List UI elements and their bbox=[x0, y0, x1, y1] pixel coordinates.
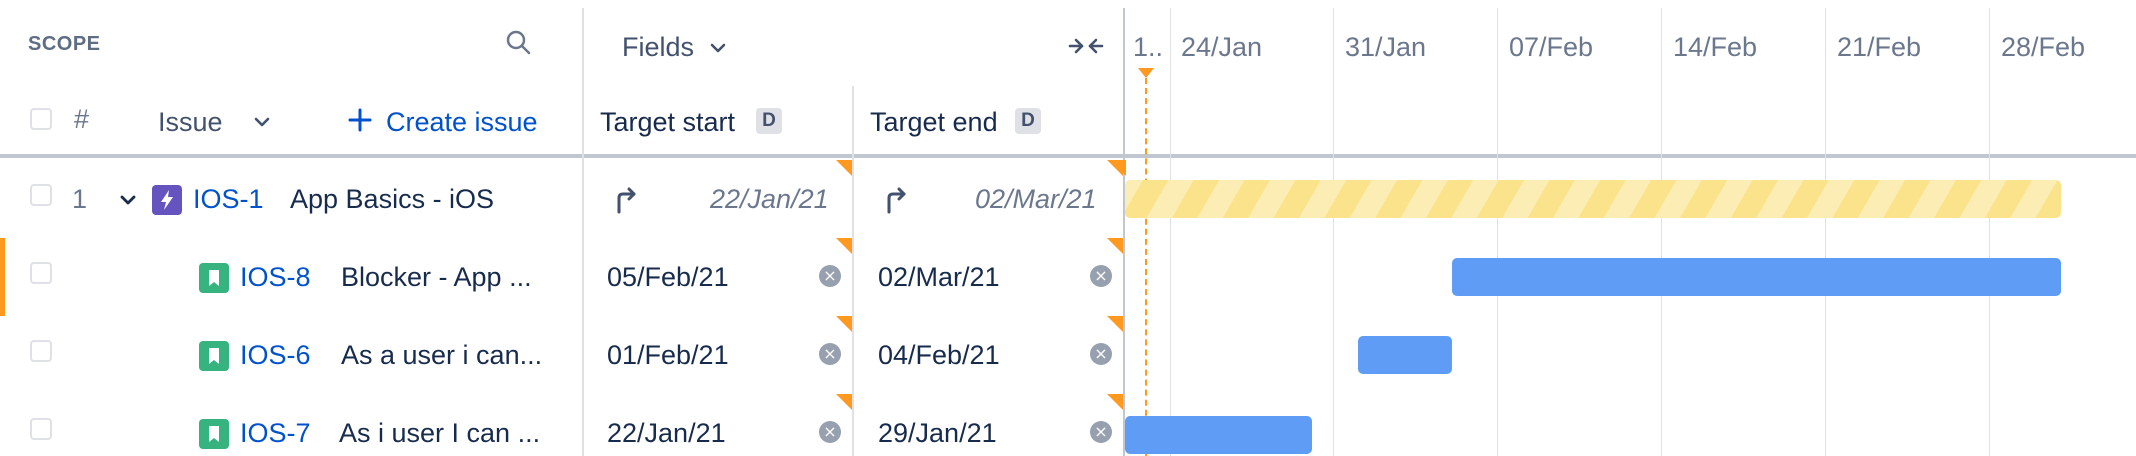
fields-dropdown[interactable]: Fields bbox=[622, 31, 694, 63]
collapse-fields-icon[interactable] bbox=[1068, 32, 1104, 60]
issue-summary[interactable]: Blocker - App ... bbox=[341, 261, 532, 293]
timeline-date-label: 31/Jan bbox=[1345, 32, 1427, 62]
timeline-date-label: 1.. bbox=[1133, 32, 1164, 62]
timeline-bar-rollup[interactable] bbox=[1125, 180, 2061, 218]
search-icon[interactable] bbox=[504, 28, 534, 58]
row-number: 1 bbox=[72, 184, 88, 214]
row-checkbox[interactable] bbox=[30, 340, 52, 362]
changed-indicator bbox=[1107, 238, 1123, 254]
rollup-arrow-icon bbox=[882, 184, 912, 216]
table-row[interactable]: IOS-7 As i user I can ... 22/Jan/21 × 29… bbox=[0, 394, 2136, 456]
changed-indicator bbox=[836, 394, 852, 410]
header-divider bbox=[0, 154, 2136, 158]
timeline-date-label: 21/Feb bbox=[1837, 32, 1922, 62]
timeline-date-label: 24/Jan bbox=[1181, 32, 1263, 62]
target-start-value[interactable]: 22/Jan/21 bbox=[607, 417, 726, 449]
clear-date-icon[interactable]: × bbox=[1090, 343, 1112, 365]
row-checkbox[interactable] bbox=[30, 184, 52, 206]
selected-row-indicator bbox=[0, 238, 5, 316]
timeline-bar[interactable] bbox=[1125, 416, 1312, 454]
date-type-badge: D bbox=[756, 108, 782, 134]
changed-indicator bbox=[836, 238, 852, 254]
story-icon bbox=[199, 341, 229, 371]
rollup-arrow-icon bbox=[612, 184, 642, 216]
clear-date-icon[interactable]: × bbox=[819, 343, 841, 365]
number-column-header: # bbox=[74, 104, 90, 134]
issue-key-link[interactable]: IOS-8 bbox=[240, 261, 311, 293]
clear-date-icon[interactable]: × bbox=[819, 265, 841, 287]
epic-icon bbox=[152, 185, 182, 215]
chevron-down-icon[interactable] bbox=[708, 38, 728, 58]
row-checkbox[interactable] bbox=[30, 418, 52, 440]
target-start-value[interactable]: 05/Feb/21 bbox=[607, 261, 729, 293]
target-start-header[interactable]: Target start bbox=[600, 106, 735, 138]
changed-indicator bbox=[836, 160, 852, 176]
timeline-bar[interactable] bbox=[1358, 336, 1452, 374]
timeline-date-label: 28/Feb bbox=[2001, 32, 2086, 62]
story-icon bbox=[199, 263, 229, 293]
issue-summary[interactable]: App Basics - iOS bbox=[290, 183, 494, 215]
target-end-value[interactable]: 29/Jan/21 bbox=[878, 417, 997, 449]
story-icon bbox=[199, 419, 229, 449]
row-checkbox[interactable] bbox=[30, 262, 52, 284]
create-issue-label: Create issue bbox=[386, 107, 538, 137]
changed-indicator bbox=[1110, 160, 1126, 176]
date-type-badge: D bbox=[1015, 108, 1041, 134]
select-all-checkbox[interactable] bbox=[30, 108, 52, 130]
issue-key-link[interactable]: IOS-1 bbox=[193, 183, 264, 215]
issue-key-link[interactable]: IOS-6 bbox=[240, 339, 311, 371]
chevron-down-icon[interactable] bbox=[252, 112, 272, 132]
issue-key-link[interactable]: IOS-7 bbox=[240, 417, 311, 449]
table-row[interactable]: IOS-6 As a user i can... 01/Feb/21 × 04/… bbox=[0, 316, 2136, 394]
table-row[interactable]: IOS-8 Blocker - App ... 05/Feb/21 × 02/M… bbox=[0, 238, 2136, 316]
target-end-value[interactable]: 02/Mar/21 bbox=[878, 261, 1000, 293]
clear-date-icon[interactable]: × bbox=[1090, 421, 1112, 443]
target-start-value[interactable]: 01/Feb/21 bbox=[607, 339, 729, 371]
target-end-value[interactable]: 04/Feb/21 bbox=[878, 339, 1000, 371]
create-issue-button[interactable]: Create issue bbox=[346, 104, 546, 140]
changed-indicator bbox=[1107, 394, 1123, 410]
target-end-value[interactable]: 02/Mar/21 bbox=[975, 183, 1097, 215]
timeline-date-label: 07/Feb bbox=[1509, 32, 1594, 62]
timeline-bar[interactable] bbox=[1452, 258, 2061, 296]
changed-indicator bbox=[1107, 316, 1123, 332]
scope-label: SCOPE bbox=[28, 33, 101, 55]
clear-date-icon[interactable]: × bbox=[1090, 265, 1112, 287]
target-start-value[interactable]: 22/Jan/21 bbox=[710, 183, 829, 215]
issue-summary[interactable]: As a user i can... bbox=[341, 339, 542, 371]
issue-column-header[interactable]: Issue bbox=[158, 106, 223, 138]
target-end-header[interactable]: Target end bbox=[870, 106, 998, 138]
table-row[interactable]: 1 IOS-1 App Basics - iOS 22/Jan/21 02/Ma… bbox=[0, 160, 2136, 238]
changed-indicator bbox=[836, 316, 852, 332]
plus-icon bbox=[346, 106, 374, 134]
clear-date-icon[interactable]: × bbox=[819, 421, 841, 443]
issue-summary[interactable]: As i user I can ... bbox=[339, 417, 540, 449]
timeline-date-label: 14/Feb bbox=[1673, 32, 1758, 62]
chevron-down-icon[interactable] bbox=[118, 190, 138, 210]
